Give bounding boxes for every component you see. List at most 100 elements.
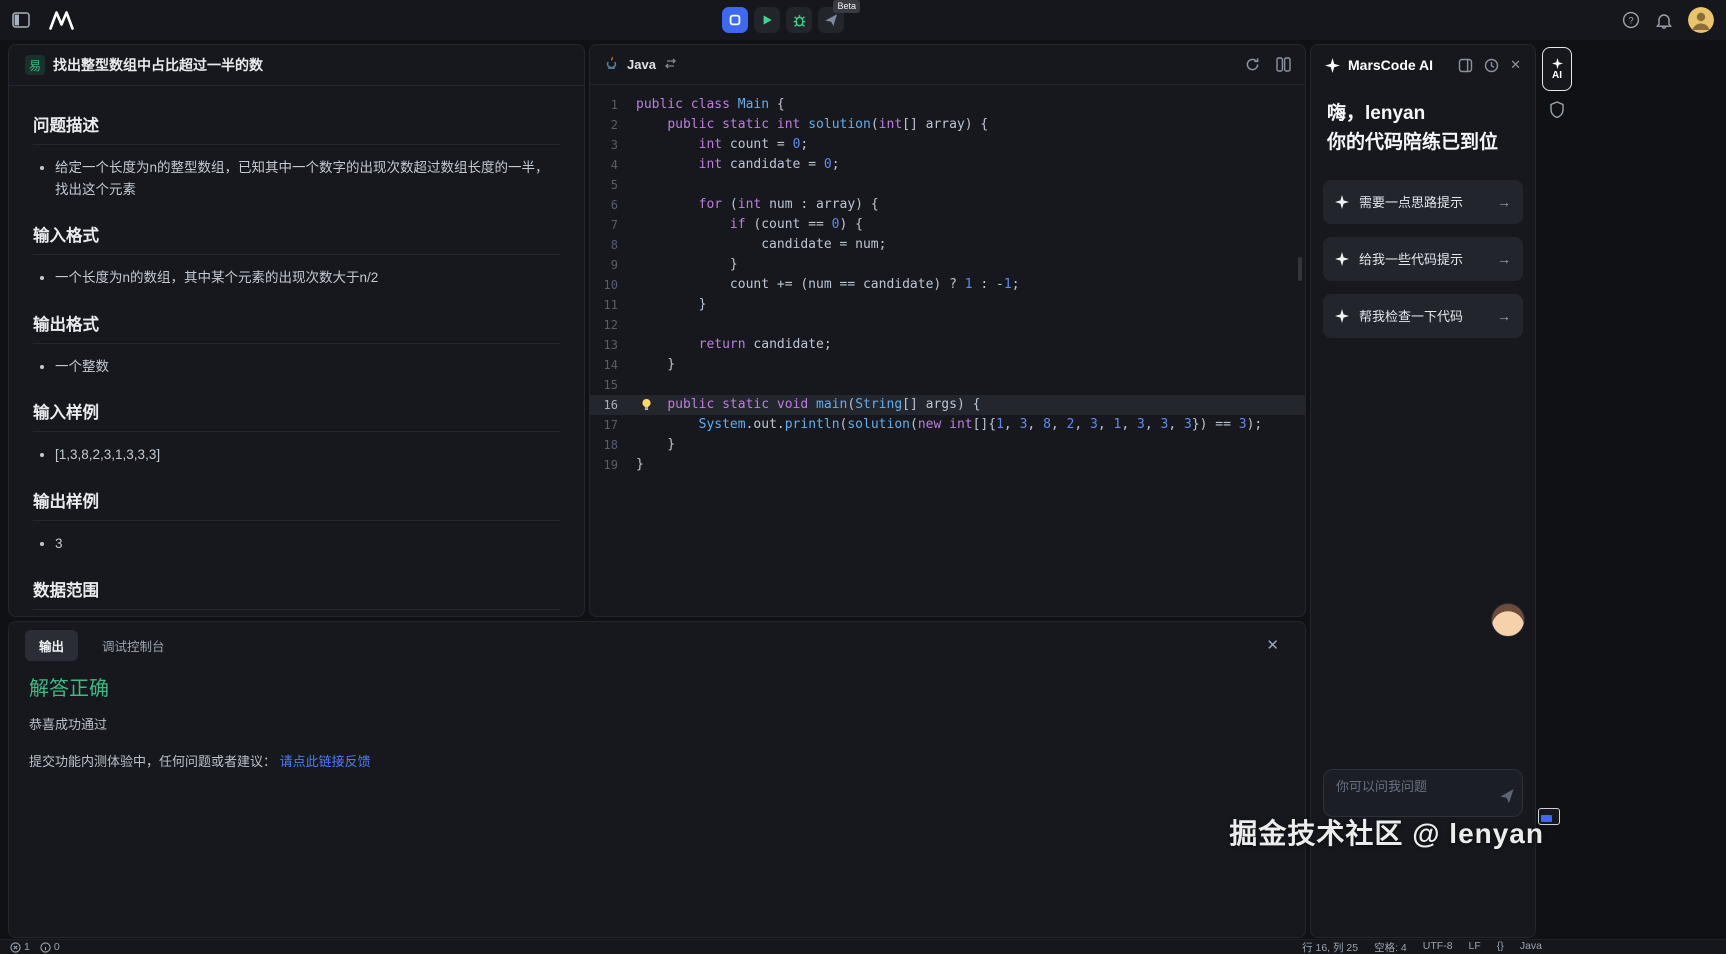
output-panel: 输出调试控制台 ✕ 解答正确 恭喜成功通过 提交功能内测体验中，任何问题或者建议：…: [8, 621, 1306, 938]
diff-view-icon[interactable]: [1276, 57, 1291, 72]
code-line[interactable]: 15: [590, 375, 1305, 395]
user-avatar[interactable]: [1688, 7, 1714, 33]
problem-section: 输入样例[1,3,8,2,3,1,3,3,3]: [33, 399, 560, 466]
switch-language-icon[interactable]: [664, 56, 677, 74]
arrow-right-icon: →: [1497, 251, 1511, 267]
code-line[interactable]: 2 public static int solution(int[] array…: [590, 115, 1305, 135]
problem-panel: 易 找出整型数组中占比超过一半的数 问题描述给定一个长度为n的整型数组，已知其中…: [8, 44, 585, 617]
status-item[interactable]: UTF-8: [1423, 940, 1453, 954]
ai-chat-input[interactable]: [1323, 769, 1523, 817]
status-item[interactable]: 行 16, 列 25: [1302, 940, 1358, 954]
section-heading: 输出格式: [33, 311, 560, 344]
editor-tabbar: Java: [590, 45, 1305, 85]
ai-suggestion-button[interactable]: 需要一点思路提示→: [1323, 180, 1523, 224]
debug-button[interactable]: [786, 7, 812, 33]
ai-sidebar-button[interactable]: AI: [1542, 47, 1572, 91]
notifications-bell-icon[interactable]: [1656, 12, 1672, 29]
new-chat-icon[interactable]: [1458, 58, 1473, 73]
code-line[interactable]: 14 }: [590, 355, 1305, 375]
code-line[interactable]: 13 return candidate;: [590, 335, 1305, 355]
section-heading: 数据范围: [33, 577, 560, 610]
sidebar-toggle-icon[interactable]: [12, 12, 30, 28]
tab-java[interactable]: Java: [604, 55, 677, 75]
status-item[interactable]: 空格: 4: [1374, 940, 1407, 954]
error-count: 1: [24, 941, 30, 953]
output-tabs: 输出调试控制台 ✕: [9, 622, 1305, 668]
feedback-line: 提交功能内测体验中，任何问题或者建议： 请点此链接反馈: [29, 751, 1285, 770]
line-number: 6: [590, 195, 636, 215]
problem-title: 找出整型数组中占比超过一半的数: [53, 55, 263, 75]
result-title: 解答正确: [29, 672, 1285, 701]
history-icon[interactable]: [1484, 58, 1499, 73]
code-line[interactable]: 1public class Main {: [590, 95, 1305, 115]
info-count: 0: [54, 941, 60, 953]
result-subtitle: 恭喜成功通过: [29, 714, 1285, 733]
line-number: 14: [590, 355, 636, 375]
java-icon: [604, 55, 619, 75]
code-line[interactable]: 17 System.out.println(solution(new int[]…: [590, 415, 1305, 435]
suggestion-label: 需要一点思路提示: [1359, 192, 1487, 211]
code-line[interactable]: 5: [590, 175, 1305, 195]
infos-indicator[interactable]: 0: [40, 941, 60, 953]
code-line[interactable]: 8 candidate = num;: [590, 235, 1305, 255]
reset-code-icon[interactable]: [1245, 57, 1260, 72]
section-item: 3: [55, 533, 560, 555]
code-line[interactable]: 19}: [590, 455, 1305, 475]
suggestion-label: 给我一些代码提示: [1359, 249, 1487, 268]
section-item: 一个整数: [55, 356, 560, 378]
line-number: 19: [590, 455, 636, 475]
line-number: 12: [590, 315, 636, 335]
send-icon[interactable]: [1499, 788, 1515, 809]
ai-suggestion-button[interactable]: 给我一些代码提示 →: [1323, 237, 1523, 281]
editor-scrollbar[interactable]: [1298, 257, 1302, 281]
code-line[interactable]: 4 int candidate = 0;: [590, 155, 1305, 175]
code-line[interactable]: 18 }: [590, 435, 1305, 455]
help-icon[interactable]: ?: [1622, 11, 1640, 29]
ai-suggestion-button[interactable]: 帮我检查一下代码→: [1323, 294, 1523, 338]
code-line[interactable]: 10 count += (num == candidate) ? 1 : -1;: [590, 275, 1305, 295]
output-tab-console[interactable]: 调试控制台: [88, 630, 179, 661]
submit-button[interactable]: Beta: [818, 7, 844, 33]
status-item[interactable]: {}: [1497, 940, 1504, 954]
code-line[interactable]: 9 }: [590, 255, 1305, 275]
status-item[interactable]: Java: [1520, 940, 1542, 954]
code-line[interactable]: 16 public static void main(String[] args…: [590, 395, 1305, 415]
line-number: 3: [590, 135, 636, 155]
svg-text:?: ?: [1628, 15, 1633, 26]
line-number: 1: [590, 95, 636, 115]
code-line[interactable]: 11 }: [590, 295, 1305, 315]
ai-panel-header: MarsCode AI ✕: [1311, 45, 1535, 85]
problem-section: 输出样例3: [33, 488, 560, 555]
code-line[interactable]: 6 for (int num : array) {: [590, 195, 1305, 215]
code-area[interactable]: 1public class Main {2 public static int …: [590, 85, 1305, 475]
sparkle-icon: [1325, 58, 1340, 73]
errors-indicator[interactable]: 1: [10, 941, 30, 953]
line-number: 5: [590, 175, 636, 195]
section-heading: 问题描述: [33, 112, 560, 145]
topbar-right: ?: [1622, 0, 1714, 40]
ai-companion-avatar[interactable]: [1491, 603, 1525, 637]
output-tab-output[interactable]: 输出: [25, 630, 78, 661]
feedback-link[interactable]: 请点此链接反馈: [280, 754, 371, 769]
line-number: 16: [590, 395, 636, 415]
code-line[interactable]: 7 if (count == 0) {: [590, 215, 1305, 235]
feedback-text: 提交功能内测体验中，任何问题或者建议：: [29, 754, 276, 769]
extension-shield-icon[interactable]: [1549, 101, 1565, 119]
mini-window-icon[interactable]: [1538, 808, 1560, 825]
code-line[interactable]: 12: [590, 315, 1305, 335]
problem-section: 问题描述给定一个长度为n的整型数组，已知其中一个数字的出现次数超过数组长度的一半…: [33, 112, 560, 200]
marscode-logo[interactable]: [48, 11, 75, 30]
run-config-button[interactable]: [722, 7, 748, 33]
section-heading: 输入格式: [33, 222, 560, 255]
line-number: 18: [590, 435, 636, 455]
arrow-right-icon: →: [1497, 308, 1511, 324]
section-item: 一个长度为n的数组，其中某个元素的出现次数大于n/2: [55, 267, 560, 289]
ai-greeting-line2: 你的代码陪练已到位: [1327, 128, 1519, 157]
close-icon[interactable]: ✕: [1510, 57, 1521, 73]
run-button[interactable]: [754, 7, 780, 33]
code-line[interactable]: 3 int count = 0;: [590, 135, 1305, 155]
output-close-icon[interactable]: ✕: [1266, 636, 1289, 654]
status-item[interactable]: LF: [1469, 940, 1481, 954]
difficulty-badge: 易: [25, 55, 45, 75]
line-number: 15: [590, 375, 636, 395]
